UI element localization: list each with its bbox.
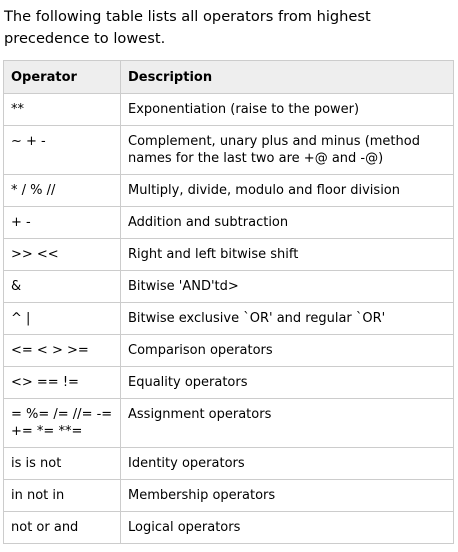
operator-cell: <> == !=	[3, 366, 121, 399]
table-row: is is not Identity operators	[3, 447, 454, 480]
operator-cell: in not in	[3, 479, 121, 512]
description-cell: Bitwise 'AND'td>	[120, 270, 454, 303]
operator-precedence-table: Operator Description ** Exponentiation (…	[3, 60, 454, 544]
operator-cell: **	[3, 93, 121, 126]
operator-cell: ^ |	[3, 302, 121, 335]
operator-cell: + -	[3, 206, 121, 239]
description-cell: Exponentiation (raise to the power)	[120, 93, 454, 126]
operator-cell: >> <<	[3, 238, 121, 271]
table-row: >> << Right and left bitwise shift	[3, 238, 454, 271]
description-cell: Comparison operators	[120, 334, 454, 367]
table-header-row: Operator Description	[3, 60, 454, 94]
table-row: in not in Membership operators	[3, 479, 454, 512]
operator-cell: ~ + -	[3, 125, 121, 175]
table-row: <> == != Equality operators	[3, 366, 454, 399]
operator-cell: * / % //	[3, 174, 121, 207]
table-row: * / % // Multiply, divide, modulo and fl…	[3, 174, 454, 207]
table-row: ** Exponentiation (raise to the power)	[3, 93, 454, 126]
table-row: ^ | Bitwise exclusive `OR' and regular `…	[3, 302, 454, 335]
column-header-description: Description	[120, 60, 454, 94]
table-row: & Bitwise 'AND'td>	[3, 270, 454, 303]
table-row: not or and Logical operators	[3, 511, 454, 544]
intro-text: The following table lists all operators …	[4, 8, 371, 47]
operator-cell: = %= /= //= -= += *= **=	[3, 398, 121, 448]
description-cell: Addition and subtraction	[120, 206, 454, 239]
operator-cell: <= < > >=	[3, 334, 121, 367]
description-cell: Complement, unary plus and minus (method…	[120, 125, 454, 175]
operator-cell: &	[3, 270, 121, 303]
description-cell: Logical operators	[120, 511, 454, 544]
description-cell: Multiply, divide, modulo and floor divis…	[120, 174, 454, 207]
description-cell: Membership operators	[120, 479, 454, 512]
table-row: + - Addition and subtraction	[3, 206, 454, 239]
table-row: <= < > >= Comparison operators	[3, 334, 454, 367]
description-cell: Identity operators	[120, 447, 454, 480]
description-cell: Equality operators	[120, 366, 454, 399]
table-row: ~ + - Complement, unary plus and minus (…	[3, 125, 454, 175]
description-cell: Right and left bitwise shift	[120, 238, 454, 271]
operator-cell: is is not	[3, 447, 121, 480]
operator-cell: not or and	[3, 511, 121, 544]
column-header-operator: Operator	[3, 60, 121, 94]
description-cell: Assignment operators	[120, 398, 454, 448]
description-cell: Bitwise exclusive `OR' and regular `OR'	[120, 302, 454, 335]
table-row: = %= /= //= -= += *= **= Assignment oper…	[3, 398, 454, 448]
